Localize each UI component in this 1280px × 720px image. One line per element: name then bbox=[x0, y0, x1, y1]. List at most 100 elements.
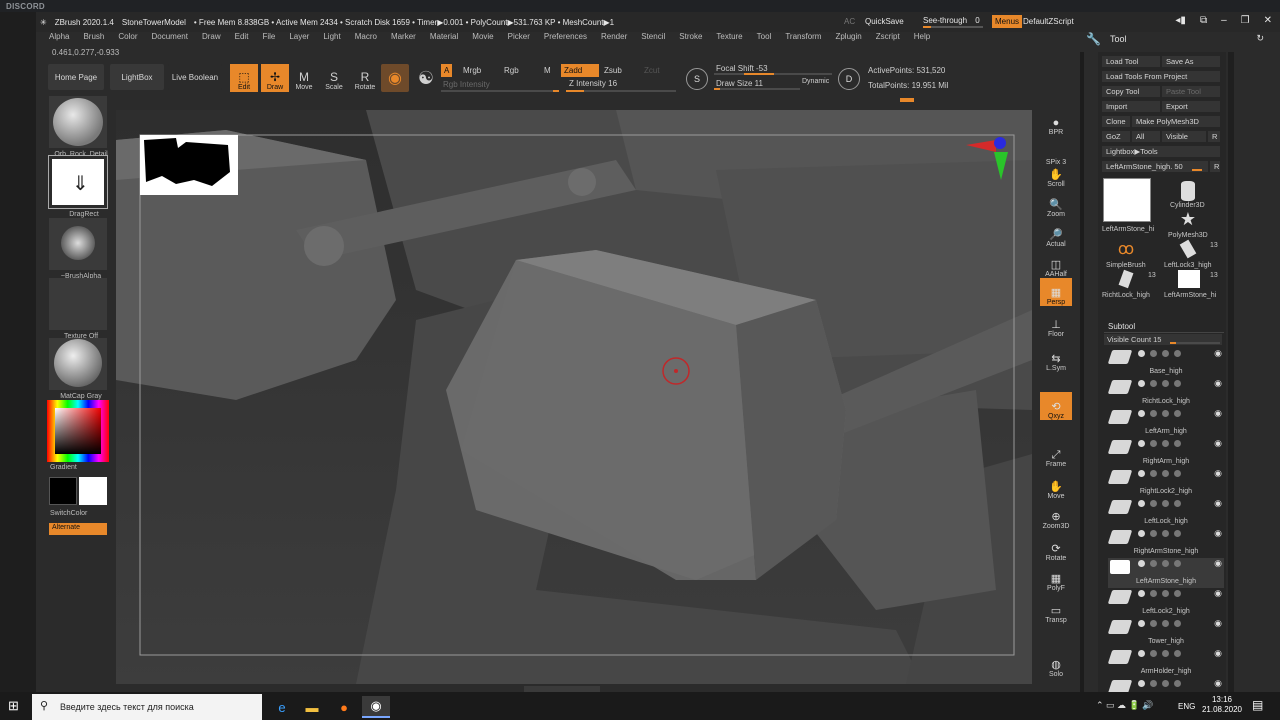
eye-icon[interactable]: ◉ bbox=[1214, 618, 1222, 629]
menu-light[interactable]: Light bbox=[323, 32, 340, 44]
menu-edit[interactable]: Edit bbox=[235, 32, 249, 44]
minimize-icon[interactable]: – bbox=[1221, 15, 1227, 26]
menu-marker[interactable]: Marker bbox=[391, 32, 416, 44]
mrgb-toggle[interactable]: Mrgb bbox=[460, 64, 484, 77]
richtlock-icon[interactable] bbox=[1112, 268, 1140, 290]
menu-zscript[interactable]: Zscript bbox=[876, 32, 900, 44]
eye-icon[interactable]: ◉ bbox=[1214, 678, 1222, 689]
shelf-rotate[interactable]: ⟳ Rotate bbox=[1040, 534, 1072, 562]
shelf-persp[interactable]: ▦ Persp bbox=[1040, 278, 1072, 306]
menu-tool[interactable]: Tool bbox=[757, 32, 772, 44]
rgb-toggle[interactable]: Rgb bbox=[501, 64, 522, 77]
color-picker[interactable] bbox=[47, 400, 109, 462]
eye-icon[interactable]: ◉ bbox=[1214, 588, 1222, 599]
shelf-polyf[interactable]: ▦ PolyF bbox=[1040, 564, 1072, 592]
copy-tool-button[interactable]: Copy Tool bbox=[1102, 86, 1160, 97]
polymesh3d-star-icon[interactable]: ★ bbox=[1174, 208, 1202, 230]
menu-document[interactable]: Document bbox=[152, 32, 188, 44]
make-polymesh-button[interactable]: Make PolyMesh3D bbox=[1132, 116, 1220, 127]
shelf-qxyz[interactable]: ⟲ Qxyz bbox=[1040, 392, 1072, 420]
subtool-toggles[interactable] bbox=[1138, 680, 1181, 687]
texture-thumbnail[interactable]: Texture Off bbox=[49, 278, 107, 340]
tool-thumb-leftarmstone[interactable] bbox=[1103, 178, 1151, 222]
secondary-color-swatch[interactable] bbox=[79, 477, 107, 505]
a-toggle[interactable]: A bbox=[441, 64, 453, 77]
shelf-bpr[interactable]: ● BPR bbox=[1040, 108, 1072, 136]
subtool-toggles[interactable] bbox=[1138, 620, 1181, 627]
menus-toggle[interactable]: Menus bbox=[992, 15, 1023, 28]
file-explorer-icon[interactable]: ▬ bbox=[298, 696, 326, 718]
zadd-toggle[interactable]: Zadd bbox=[561, 64, 599, 77]
shelf-floor[interactable]: ⊥ Floor bbox=[1040, 310, 1072, 338]
ghost-button[interactable]: ☯ bbox=[412, 64, 440, 92]
alternate-button[interactable]: Alternate bbox=[49, 523, 107, 535]
menu-color[interactable]: Color bbox=[118, 32, 137, 44]
subtool-toggles[interactable] bbox=[1138, 590, 1181, 597]
shelf-l-sym[interactable]: ⇆ L.Sym bbox=[1040, 344, 1072, 372]
shelf-solo[interactable]: ◍ Solo bbox=[1040, 650, 1072, 678]
clone-button[interactable]: Clone bbox=[1102, 116, 1130, 127]
taskbar-search-input[interactable]: ⚲ Введите здесь текст для поиска bbox=[32, 694, 262, 720]
shelf-scroll[interactable]: ✋ Scroll bbox=[1040, 160, 1072, 188]
switchcolor-button[interactable]: SwitchColor bbox=[50, 510, 87, 517]
menu-help[interactable]: Help bbox=[914, 32, 930, 44]
zsub-toggle[interactable]: Zsub bbox=[601, 64, 625, 77]
subtool-toggles[interactable] bbox=[1138, 500, 1181, 507]
simplebrush-icon[interactable]: ꝏ bbox=[1112, 238, 1140, 260]
shelf-transp[interactable]: ▭ Transp bbox=[1040, 596, 1072, 624]
all-button[interactable]: All bbox=[1132, 131, 1160, 142]
menu-zplugin[interactable]: Zplugin bbox=[835, 32, 861, 44]
dynamic-toggle[interactable]: Dynamic bbox=[802, 78, 829, 85]
quicksave-button[interactable]: QuickSave bbox=[865, 17, 904, 26]
lightbox-tools-button[interactable]: Lightbox▶Tools bbox=[1102, 146, 1220, 157]
menu-material[interactable]: Material bbox=[430, 32, 458, 44]
shelf-move[interactable]: ✋ Move bbox=[1040, 472, 1072, 500]
material-button[interactable]: ◉ bbox=[381, 64, 409, 92]
focal-shift-icon[interactable]: S bbox=[686, 68, 708, 90]
color-square[interactable] bbox=[55, 408, 101, 454]
edit-button[interactable]: ⬚ Edit bbox=[230, 64, 258, 92]
tray-icons[interactable]: ⌃ ▭ ☁ 🔋 🔊 bbox=[1096, 700, 1153, 711]
discord-taskbar-icon[interactable]: ◉ bbox=[362, 696, 390, 718]
m-toggle[interactable]: M bbox=[541, 64, 554, 77]
eye-icon[interactable]: ◉ bbox=[1214, 528, 1222, 539]
document-canvas[interactable] bbox=[116, 110, 1032, 684]
shelf-zoom3d[interactable]: ⊕ Zoom3D bbox=[1040, 502, 1072, 530]
lightbox-button[interactable]: LightBox bbox=[110, 64, 164, 90]
visible-button[interactable]: Visible bbox=[1162, 131, 1206, 142]
menu-layer[interactable]: Layer bbox=[289, 32, 309, 44]
notification-icon[interactable]: ▤ bbox=[1252, 698, 1263, 712]
see-through-slider[interactable]: See-through 0 bbox=[923, 16, 983, 28]
brush-thumbnail[interactable]: Orb_Rock_Detail bbox=[49, 96, 108, 158]
tool-r-button[interactable]: R bbox=[1210, 161, 1220, 172]
menu-render[interactable]: Render bbox=[601, 32, 627, 44]
gradient-label[interactable]: Gradient bbox=[50, 464, 77, 471]
scale-button[interactable]: S Scale bbox=[320, 64, 348, 92]
restore-icon[interactable]: ⧉ bbox=[1200, 15, 1207, 26]
move-button[interactable]: M Move bbox=[290, 64, 318, 92]
menu-stencil[interactable]: Stencil bbox=[641, 32, 665, 44]
eye-icon[interactable]: ◉ bbox=[1214, 378, 1222, 389]
tool-panel-scrollbar[interactable] bbox=[1228, 52, 1234, 692]
menu-preferences[interactable]: Preferences bbox=[544, 32, 587, 44]
default-zscript[interactable]: DefaultZScript bbox=[1023, 17, 1074, 26]
import-button[interactable]: Import bbox=[1102, 101, 1160, 112]
menu-file[interactable]: File bbox=[262, 32, 275, 44]
stroke-thumbnail[interactable]: ⇓ DragRect bbox=[48, 155, 108, 218]
z-intensity-slider[interactable] bbox=[566, 90, 676, 92]
eye-icon[interactable]: ◉ bbox=[1214, 498, 1222, 509]
shelf-frame[interactable]: ⤢ Frame bbox=[1040, 440, 1072, 468]
eye-icon[interactable]: ◉ bbox=[1214, 348, 1222, 359]
menu-alpha[interactable]: Alpha bbox=[49, 32, 69, 44]
maximize-icon[interactable]: ❐ bbox=[1241, 15, 1250, 26]
shelf-zoom[interactable]: 🔍 Zoom bbox=[1040, 190, 1072, 218]
eye-icon[interactable]: ◉ bbox=[1214, 438, 1222, 449]
export-button[interactable]: Export bbox=[1162, 101, 1220, 112]
menu-brush[interactable]: Brush bbox=[83, 32, 104, 44]
menu-draw[interactable]: Draw bbox=[202, 32, 221, 44]
alpha-thumbnail[interactable]: ~BrushAlpha bbox=[49, 218, 107, 280]
focal-shift-slider[interactable] bbox=[714, 73, 832, 75]
menu-movie[interactable]: Movie bbox=[472, 32, 493, 44]
eye-icon[interactable]: ◉ bbox=[1214, 468, 1222, 479]
input-language[interactable]: ENG bbox=[1178, 702, 1195, 711]
